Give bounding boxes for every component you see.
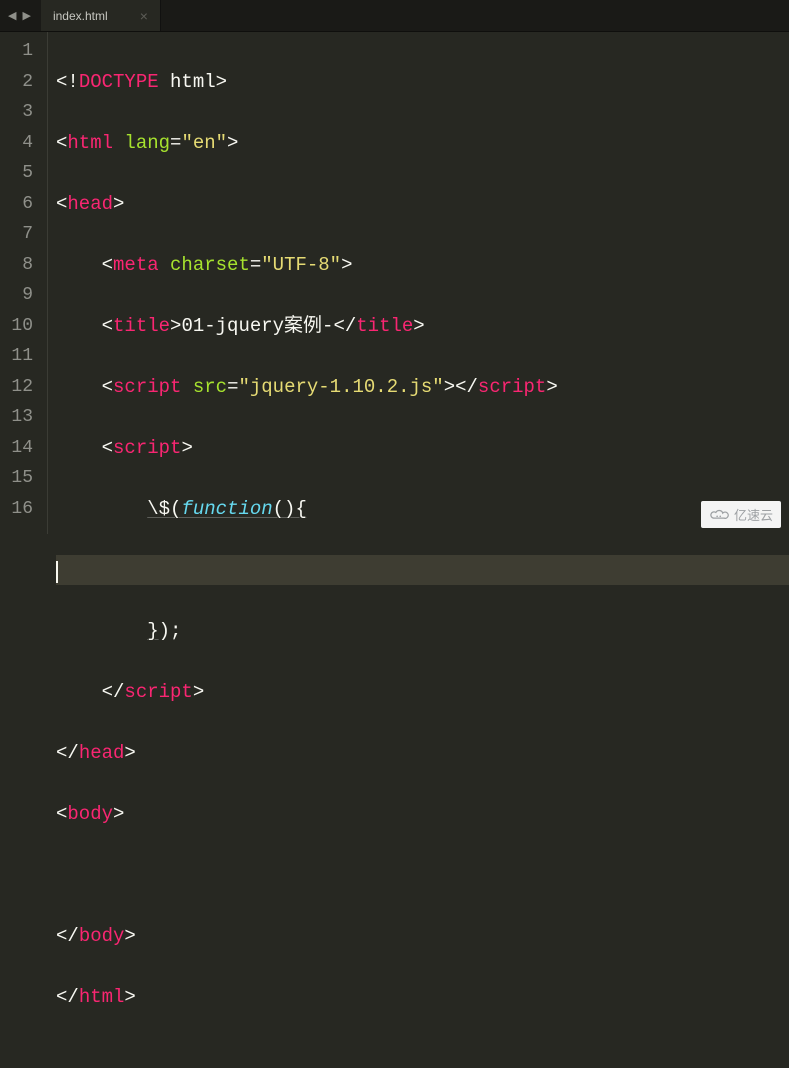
text-cursor	[56, 561, 58, 583]
line-number: 2	[10, 67, 33, 98]
code-line: <head>	[56, 189, 789, 220]
watermark-text: 亿速云	[734, 505, 773, 524]
code-line: <html lang="en">	[56, 128, 789, 159]
line-number: 14	[10, 433, 33, 464]
code-line: </body>	[56, 921, 789, 952]
nav-back-icon[interactable]: ◀	[6, 9, 18, 23]
line-number: 13	[10, 402, 33, 433]
tab-title: index.html	[53, 9, 108, 23]
code-line: </script>	[56, 677, 789, 708]
line-number: 7	[10, 219, 33, 250]
tab-bar: ◀ ▶ index.html ×	[0, 0, 789, 32]
nav-arrows: ◀ ▶	[0, 0, 39, 31]
code-line: <script src="jquery-1.10.2.js"></script>	[56, 372, 789, 403]
code-area[interactable]: <!DOCTYPE html> <html lang="en"> <head> …	[48, 32, 789, 534]
code-line: <meta charset="UTF-8">	[56, 250, 789, 281]
line-number: 5	[10, 158, 33, 189]
code-line	[56, 860, 789, 891]
nav-forward-icon[interactable]: ▶	[20, 9, 32, 23]
line-number: 6	[10, 189, 33, 220]
line-number: 12	[10, 372, 33, 403]
line-number: 15	[10, 463, 33, 494]
code-line: <title>01-jquery案例-</title>	[56, 311, 789, 342]
cloud-icon	[709, 508, 729, 522]
line-number: 16	[10, 494, 33, 525]
code-line: </html>	[56, 982, 789, 1013]
code-line: \$(function(){	[56, 494, 789, 525]
editor: 1 2 3 4 5 6 7 8 9 10 11 12 13 14 15 16 <…	[0, 32, 789, 534]
line-number: 9	[10, 280, 33, 311]
close-icon[interactable]: ×	[140, 8, 148, 24]
code-line-active	[56, 555, 789, 586]
line-number: 3	[10, 97, 33, 128]
code-line: <body>	[56, 799, 789, 830]
line-number: 4	[10, 128, 33, 159]
line-number: 1	[10, 36, 33, 67]
line-number: 11	[10, 341, 33, 372]
file-tab[interactable]: index.html ×	[41, 0, 161, 31]
code-line: </head>	[56, 738, 789, 769]
line-gutter: 1 2 3 4 5 6 7 8 9 10 11 12 13 14 15 16	[0, 32, 48, 534]
watermark: 亿速云	[701, 501, 781, 528]
code-line: });	[56, 616, 789, 647]
code-line: <script>	[56, 433, 789, 464]
line-number: 8	[10, 250, 33, 281]
code-line: <!DOCTYPE html>	[56, 67, 789, 98]
line-number: 10	[10, 311, 33, 342]
